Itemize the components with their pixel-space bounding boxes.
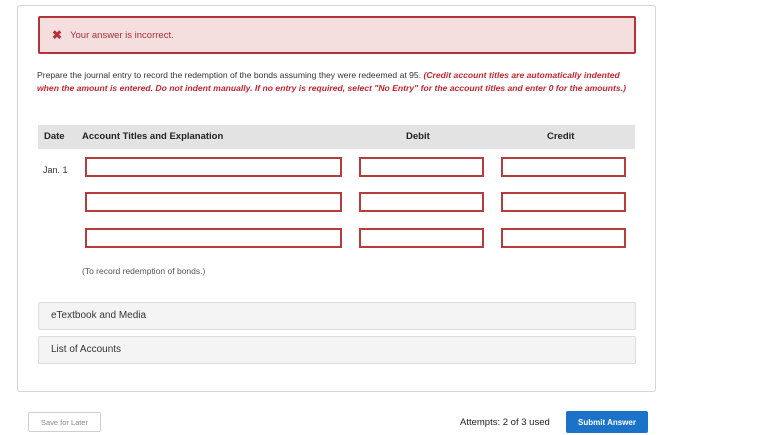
header-debit: Debit [406, 131, 430, 142]
credit-input-2[interactable] [501, 192, 626, 212]
etextbook-accordion[interactable]: eTextbook and Media [38, 302, 636, 330]
header-credit: Credit [547, 131, 575, 142]
header-date: Date [44, 131, 65, 142]
question-card: ✖ Your answer is incorrect. Prepare the … [17, 5, 656, 392]
debit-input-2[interactable] [359, 192, 484, 212]
submit-answer-button[interactable]: Submit Answer [566, 411, 648, 433]
entry-explanation: (To record redemption of bonds.) [82, 266, 206, 276]
list-of-accounts-accordion[interactable]: List of Accounts [38, 336, 636, 364]
instructions: Prepare the journal entry to record the … [37, 69, 641, 95]
error-message: Your answer is incorrect. [70, 29, 174, 41]
account-input-1[interactable] [85, 157, 342, 177]
attempts-counter: Attempts: 2 of 3 used [460, 417, 550, 428]
header-account: Account Titles and Explanation [82, 131, 224, 142]
credit-input-1[interactable] [501, 157, 626, 177]
debit-input-1[interactable] [359, 157, 484, 177]
save-for-later-button[interactable]: Save for Later [28, 412, 101, 432]
error-alert: ✖ Your answer is incorrect. [38, 16, 636, 54]
close-icon: ✖ [52, 28, 63, 42]
instructions-text: Prepare the journal entry to record the … [37, 70, 424, 80]
table-header: Date Account Titles and Explanation Debi… [38, 125, 635, 149]
credit-input-3[interactable] [501, 228, 626, 248]
account-input-3[interactable] [85, 228, 342, 248]
account-input-2[interactable] [85, 192, 342, 212]
entry-date: Jan. 1 [43, 165, 68, 175]
debit-input-3[interactable] [359, 228, 484, 248]
